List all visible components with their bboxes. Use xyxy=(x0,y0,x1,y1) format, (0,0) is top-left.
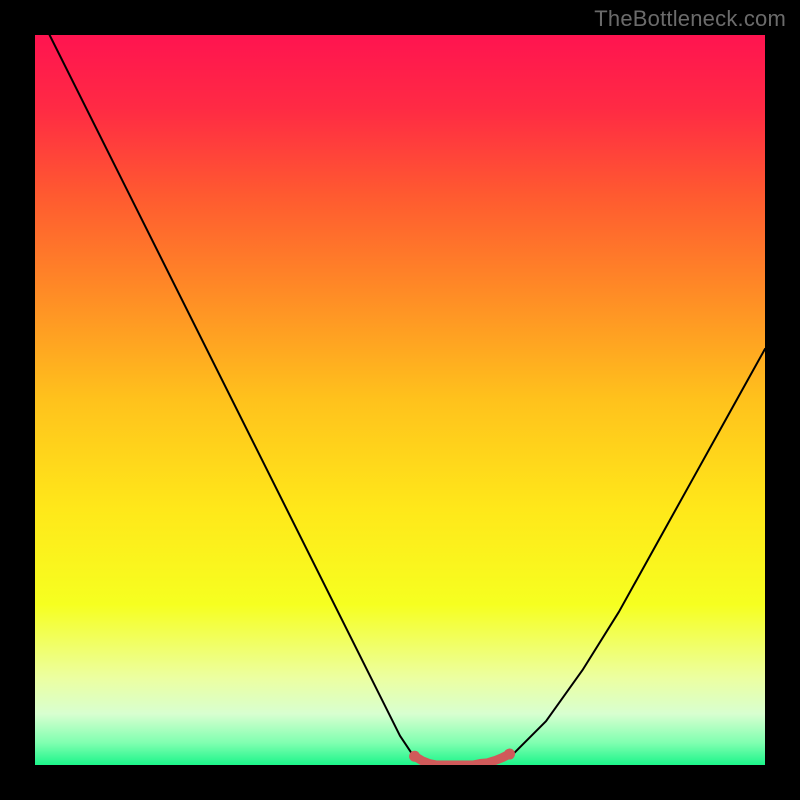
plot-area xyxy=(35,35,765,765)
gradient-background xyxy=(35,35,765,765)
watermark-text: TheBottleneck.com xyxy=(594,6,786,32)
chart-frame: TheBottleneck.com xyxy=(0,0,800,800)
chart-svg xyxy=(35,35,765,765)
sweet-spot-endpoint xyxy=(409,751,420,762)
sweet-spot-endpoint xyxy=(504,749,515,760)
